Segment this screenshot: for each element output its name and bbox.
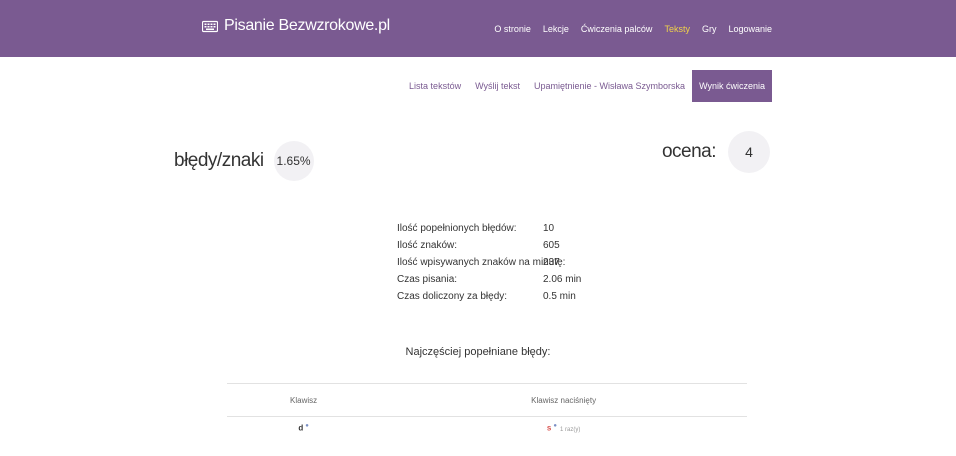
pressed-key-cell: s ●1 raz(y) xyxy=(380,417,747,440)
subnav-item-lista-tekstow[interactable]: Lista tekstów xyxy=(402,70,468,102)
detail-value: 605 xyxy=(543,240,560,251)
common-errors-title: Najczęściej popełniane błędy: xyxy=(405,346,551,358)
sub-nav: Lista tekstów Wyślij tekst Upamiętnienie… xyxy=(402,70,772,102)
detail-value: 2.06 min xyxy=(543,274,582,285)
column-header-key: Klawisz xyxy=(290,395,318,405)
detail-row-cpm: Ilość wpisywanych znaków na minutę: 237 xyxy=(397,254,581,271)
nav-item-o-stronie[interactable]: O stronie xyxy=(494,24,531,34)
detail-row-typing-time: Czas pisania: 2.06 min xyxy=(397,271,581,288)
brand-link[interactable]: Pisanie Bezwzrokowe.pl xyxy=(202,17,390,35)
subnav-item-upamietnienie[interactable]: Upamiętnienie - Wisława Szymborska xyxy=(527,70,692,102)
nav-item-cwiczenia-palcow[interactable]: Ćwiczenia palców xyxy=(581,24,653,34)
detail-row-penalty-time: Czas doliczony za błędy: 0.5 min xyxy=(397,288,581,305)
grade-stat: ocena: 4 xyxy=(662,131,770,173)
grade-label: ocena: xyxy=(661,141,717,162)
result-details: Ilość popełnionych błędów: 10 Ilość znak… xyxy=(397,220,581,305)
nav-item-lekcje[interactable]: Lekcje xyxy=(543,24,569,34)
nav-item-teksty[interactable]: Teksty xyxy=(664,24,690,34)
pressed-key: s xyxy=(546,423,552,433)
grade-value: 4 xyxy=(728,131,770,173)
error-ratio-value: 1.65% xyxy=(273,141,314,181)
expected-key-cell: d ● xyxy=(227,417,380,440)
subnav-item-wyslij-tekst[interactable]: Wyślij tekst xyxy=(468,70,527,102)
times-count: 1 raz(y) xyxy=(559,426,581,433)
detail-row-errors: Ilość popełnionych błędów: 10 xyxy=(397,220,581,237)
table-header-row: Klawisz Klawisz naciśnięty xyxy=(227,383,747,417)
detail-label: Ilość wpisywanych znaków na minutę: xyxy=(397,257,566,268)
main-nav: O stronie Lekcje Ćwiczenia palców Teksty… xyxy=(494,24,772,34)
detail-value: 237 xyxy=(543,257,560,268)
brand-name: Pisanie Bezwzrokowe.pl xyxy=(224,17,390,34)
expected-key: d xyxy=(298,423,304,433)
detail-label: Czas pisania: xyxy=(397,274,458,285)
nav-item-logowanie[interactable]: Logowanie xyxy=(728,24,772,34)
detail-label: Ilość znaków: xyxy=(397,240,458,251)
detail-value: 0.5 min xyxy=(543,291,576,302)
error-ratio-label: błędy/znaki xyxy=(174,150,264,171)
nav-item-gry[interactable]: Gry xyxy=(702,24,717,34)
detail-label: Ilość popełnionych błędów: xyxy=(397,223,517,234)
column-header-pressed: Klawisz naciśnięty xyxy=(531,395,597,405)
detail-row-characters: Ilość znaków: 605 xyxy=(397,237,581,254)
keyboard-icon xyxy=(202,20,218,32)
info-icon: ● xyxy=(305,423,309,430)
detail-label: Czas doliczony za błędy: xyxy=(397,291,508,302)
error-ratio-stat: błędy/znaki 1.65% xyxy=(174,141,314,181)
detail-value: 10 xyxy=(543,223,555,234)
common-errors-table: Klawisz Klawisz naciśnięty d ● s ●1 raz(y) xyxy=(227,383,747,439)
top-navbar: Pisanie Bezwzrokowe.pl O stronie Lekcje … xyxy=(0,0,956,57)
table-row: d ● s ●1 raz(y) xyxy=(227,417,747,440)
subnav-item-wynik-cwiczenia[interactable]: Wynik ćwiczenia xyxy=(692,70,772,102)
info-icon: ● xyxy=(553,423,557,430)
